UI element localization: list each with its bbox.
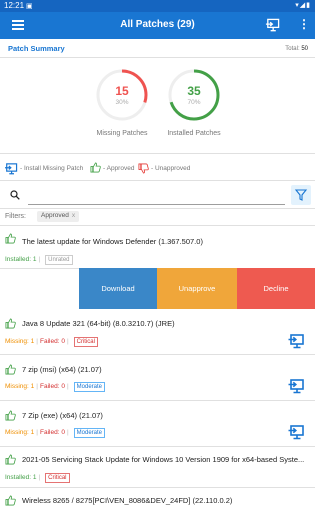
severity-badge: Unrated (45, 255, 73, 265)
legend-install-missing: - Install Missing Patch (20, 165, 84, 172)
install-missing-patch-icon[interactable] (288, 379, 304, 394)
divider (0, 153, 315, 154)
missing-patches-label: Missing Patches (96, 130, 148, 137)
thumbs-up-icon (90, 162, 101, 175)
status-bar: 12:21 ▣ ▾◢▮ (0, 0, 315, 12)
patch-name: Java 8 Update 321 (64-bit) (8.0.3210.7) … (22, 319, 175, 328)
patch-status: Installed: 1 | Critical (5, 473, 70, 483)
thumbs-down-icon (138, 163, 149, 176)
patch-name: 7 Zip (exe) (x64) (21.07) (22, 411, 103, 420)
legend-unapproved: - Unapproved (151, 165, 191, 172)
patch-summary-header: Patch Summary Total: 50 (0, 40, 315, 58)
patch-status: Missing: 1 | Failed: 0 | Moderate (5, 428, 105, 438)
chip-close-icon[interactable]: x (72, 212, 75, 219)
thumbs-up-icon (5, 233, 16, 244)
patch-status: Missing: 1 | Failed: 0 | Moderate (5, 382, 105, 392)
missing-percent: 30% (115, 99, 129, 106)
filters-label: Filters: (5, 213, 26, 220)
patch-row[interactable]: Java 8 Update 321 (64-bit) (8.0.3210.7) … (0, 310, 315, 355)
legend-approved: - Approved (103, 165, 135, 172)
severity-badge: Critical (73, 337, 98, 347)
install-missing-patch-icon (4, 163, 18, 177)
divider (0, 180, 315, 181)
patch-name: The latest update for Windows Defender (… (22, 237, 203, 246)
status-time: 12:21 (4, 1, 25, 10)
install-missing-patch-icon[interactable] (288, 425, 304, 440)
total-count: Total: 50 (285, 46, 308, 52)
patch-name: 7 zip (msi) (x64) (21.07) (22, 365, 102, 374)
patch-row[interactable]: 7 Zip (exe) (x64) (21.07) Missing: 1 | Fai… (0, 402, 315, 447)
unapprove-button[interactable]: Unapprove (157, 268, 237, 309)
patch-row[interactable]: The latest update for Windows Defender (… (0, 227, 315, 269)
patch-status: Missing: 1 | Failed: 0 | Critical (5, 337, 98, 347)
filter-chip-approved[interactable]: Approved x (37, 211, 80, 222)
patch-row[interactable]: Wireless 8265 / 8275[PCI\VEN_8086&DEV_24… (0, 489, 315, 512)
install-missing-patch-icon[interactable] (288, 334, 304, 349)
severity-badge: Critical (45, 473, 70, 483)
patch-row[interactable]: 2021-05 Servicing Stack Update for Windo… (0, 448, 315, 488)
filter-funnel-icon (294, 189, 308, 201)
download-button[interactable]: Download (79, 268, 157, 309)
filters-row: Filters: Approved x (0, 208, 315, 226)
icon-legend: - Install Missing Patch - Approved - Una… (0, 160, 315, 180)
decline-button[interactable]: Decline (237, 268, 315, 309)
severity-badge: Moderate (73, 428, 105, 438)
thumbs-up-icon (5, 410, 16, 421)
app-bar: All Patches (29) ⋮ (0, 12, 315, 39)
overflow-menu-icon[interactable]: ⋮ (298, 17, 310, 31)
thumbs-up-icon (5, 495, 16, 506)
installed-patches-donut[interactable]: 35 70% (167, 68, 221, 122)
sim-card-icon: ▣ (26, 3, 33, 10)
patch-row[interactable]: 7 zip (msi) (x64) (21.07) Missing: 1 | Fai… (0, 356, 315, 401)
deploy-to-device-icon[interactable] (265, 18, 280, 33)
thumbs-up-icon (5, 364, 16, 375)
swipe-actions: Download Unapprove Decline (79, 268, 315, 309)
search-icon (10, 190, 20, 200)
thumbs-up-icon (5, 318, 16, 329)
search-input[interactable] (28, 204, 285, 205)
installed-percent: 70% (187, 99, 201, 106)
thumbs-up-icon (5, 454, 16, 465)
filter-button[interactable] (291, 185, 311, 205)
installed-count: 35 (187, 84, 201, 98)
missing-count: 15 (115, 84, 129, 98)
patch-status: Installed: 1 | Unrated (5, 255, 73, 265)
patch-name: Wireless 8265 / 8275[PCI\VEN_8086&DEV_24… (22, 496, 233, 505)
patch-name: 2021-05 Servicing Stack Update for Windo… (22, 455, 305, 464)
installed-patches-label: Installed Patches (167, 130, 221, 137)
status-icons: ▾◢▮ (295, 2, 311, 9)
severity-badge: Moderate (73, 382, 105, 392)
patch-summary-label: Patch Summary (8, 44, 65, 53)
missing-patches-donut[interactable]: 15 30% (95, 68, 149, 122)
search-bar (0, 183, 315, 209)
